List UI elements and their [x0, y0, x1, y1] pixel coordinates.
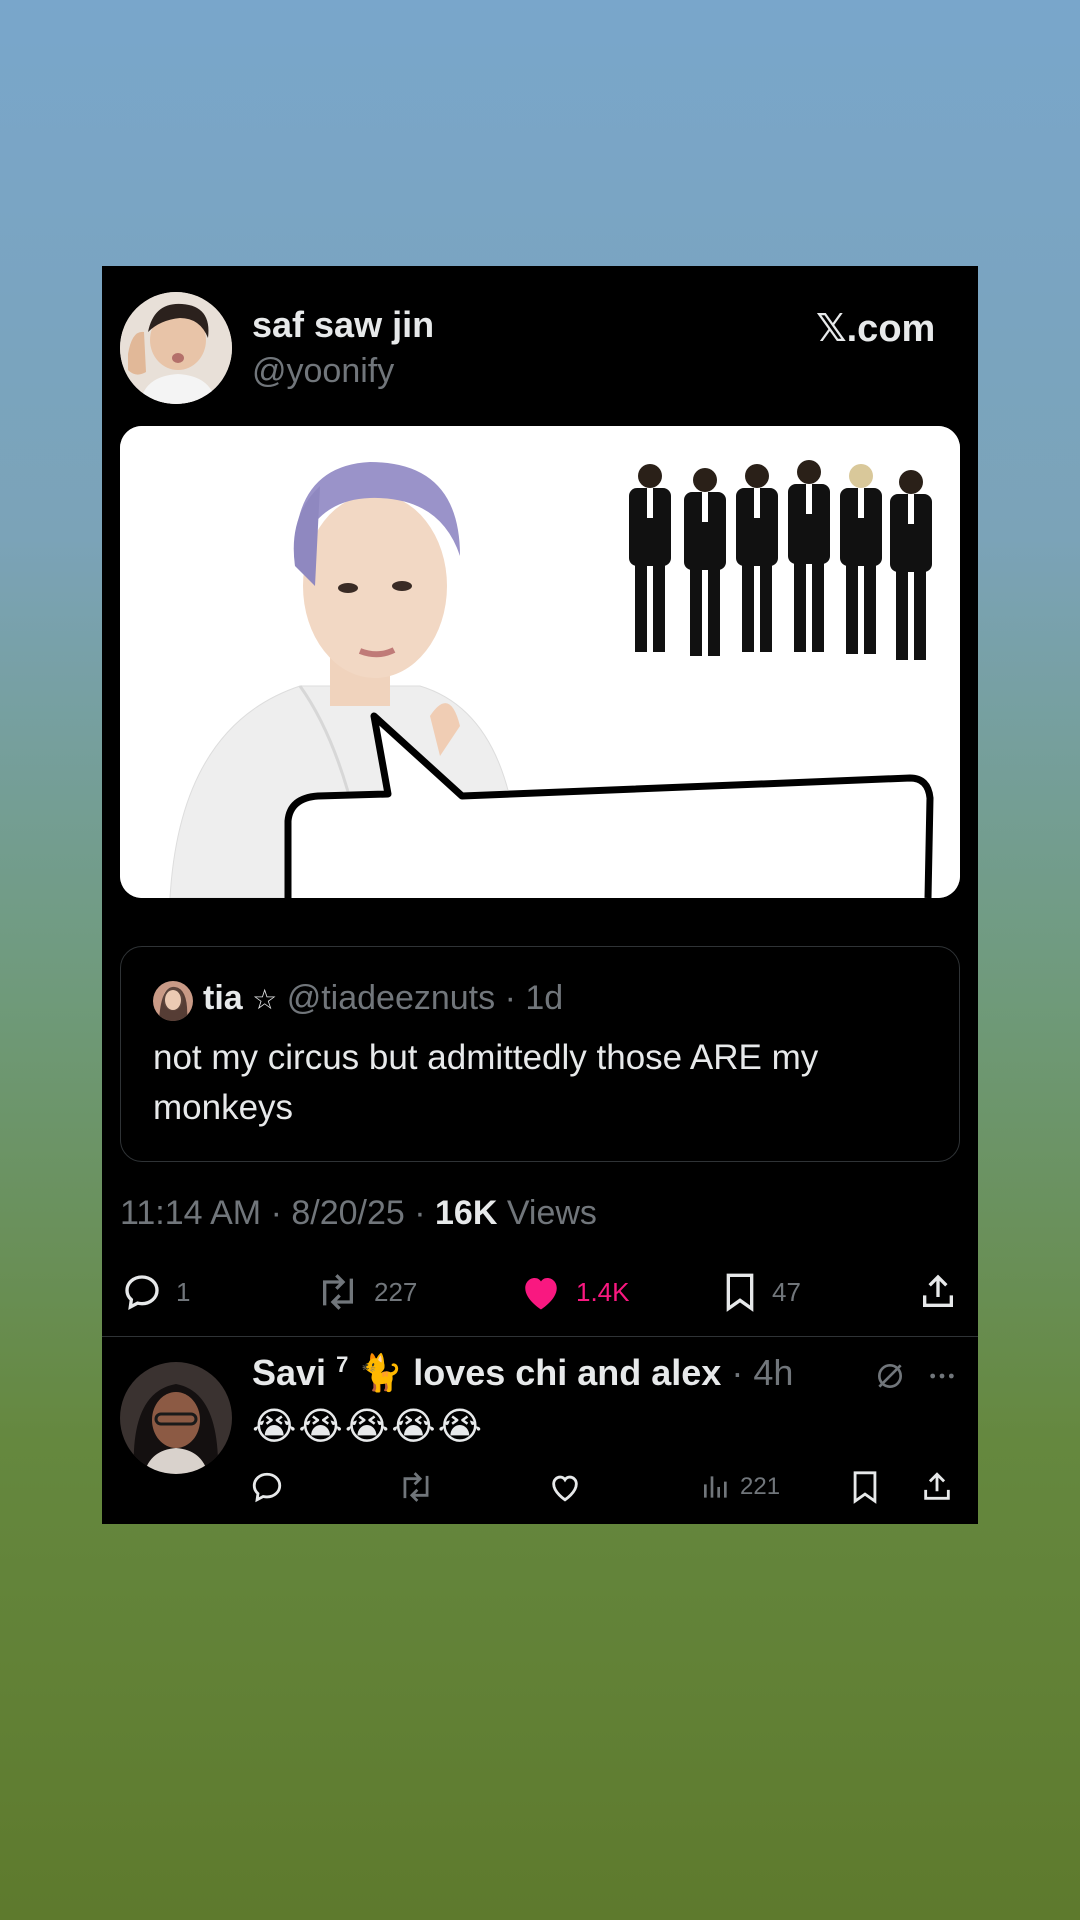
bookmark-count: 47 [772, 1276, 801, 1307]
reply-author-name[interactable]: Savi 7 🐈 loves chi and alex [252, 1352, 731, 1394]
share-icon [923, 1274, 953, 1307]
analytics-icon [704, 1476, 727, 1498]
cat-emoji: 🐈 [358, 1353, 404, 1394]
reply-icon [252, 1472, 282, 1503]
reply-views[interactable]: 221 [700, 1470, 780, 1504]
reply-count: 1 [176, 1276, 191, 1307]
views-count: 16K [435, 1194, 498, 1232]
views-label: Views [497, 1194, 597, 1232]
repost-icon [403, 1472, 429, 1502]
reply-header: Savi 7 🐈 loves chi and alex · 4h [252, 1352, 793, 1394]
divider [102, 1336, 978, 1337]
grok-icon[interactable] [874, 1360, 906, 1397]
repost-button[interactable]: 227 [316, 1272, 417, 1312]
reply-bookmark-button[interactable] [850, 1470, 880, 1504]
quote-text: not my circus but admittedly those ARE m… [153, 1038, 819, 1127]
author-handle[interactable]: @yoonify [252, 352, 394, 391]
share-icon [924, 1472, 950, 1500]
source-label: 𝕏.com [816, 306, 936, 350]
repost-count: 227 [374, 1276, 418, 1307]
quote-author-handle[interactable]: @tiadeeznuts [287, 979, 495, 1017]
reply-button[interactable]: 1 [122, 1272, 190, 1312]
reply-icon [125, 1275, 159, 1311]
bookmark-icon [726, 1273, 754, 1312]
bookmark-button[interactable]: 47 [722, 1272, 801, 1312]
reply-text: 😭😭😭😭😭 [252, 1404, 485, 1448]
reply-share-button[interactable] [920, 1470, 954, 1504]
quote-badge: ☆ [252, 983, 278, 1016]
more-options-icon[interactable] [926, 1360, 958, 1397]
like-count: 1.4K [576, 1276, 630, 1307]
heart-icon [525, 1278, 557, 1310]
reply-time: · 4h [731, 1352, 794, 1393]
reply-reply-button[interactable] [250, 1470, 284, 1504]
share-button[interactable] [918, 1272, 958, 1312]
author-name[interactable]: saf saw jin [252, 304, 434, 346]
quote-time: · 1d [504, 979, 564, 1017]
quote-header: tia ☆ @tiadeeznuts · 1d [203, 979, 563, 1018]
tweet-meta: 11:14 AM · 8/20/25 · 16K Views [120, 1194, 597, 1233]
quoted-tweet[interactable]: tia ☆ @tiadeeznuts · 1d not my circus bu… [120, 946, 960, 1162]
x-logo-icon: 𝕏 [816, 306, 847, 350]
tweet-media[interactable] [120, 426, 960, 898]
reply-author-avatar[interactable] [120, 1362, 232, 1474]
quote-author-name[interactable]: tia [203, 979, 243, 1017]
bookmark-icon [853, 1471, 877, 1504]
heart-outline-icon [552, 1475, 578, 1502]
reply-like-button[interactable] [548, 1470, 582, 1504]
tweet-timestamp[interactable]: 11:14 AM · 8/20/25 · [120, 1194, 435, 1232]
like-button[interactable]: 1.4K [520, 1272, 630, 1312]
repost-icon [323, 1274, 353, 1310]
meme-image [120, 426, 960, 898]
quote-avatar[interactable] [153, 981, 193, 1021]
reply-name-superscript: 7 [336, 1352, 349, 1377]
tweet-card: saf saw jin @yoonify 𝕏.com tia ☆ @tiadee… [102, 266, 978, 1524]
reply-views-count: 221 [740, 1473, 781, 1500]
reply-repost-button[interactable] [398, 1470, 434, 1504]
author-avatar[interactable] [120, 292, 232, 404]
